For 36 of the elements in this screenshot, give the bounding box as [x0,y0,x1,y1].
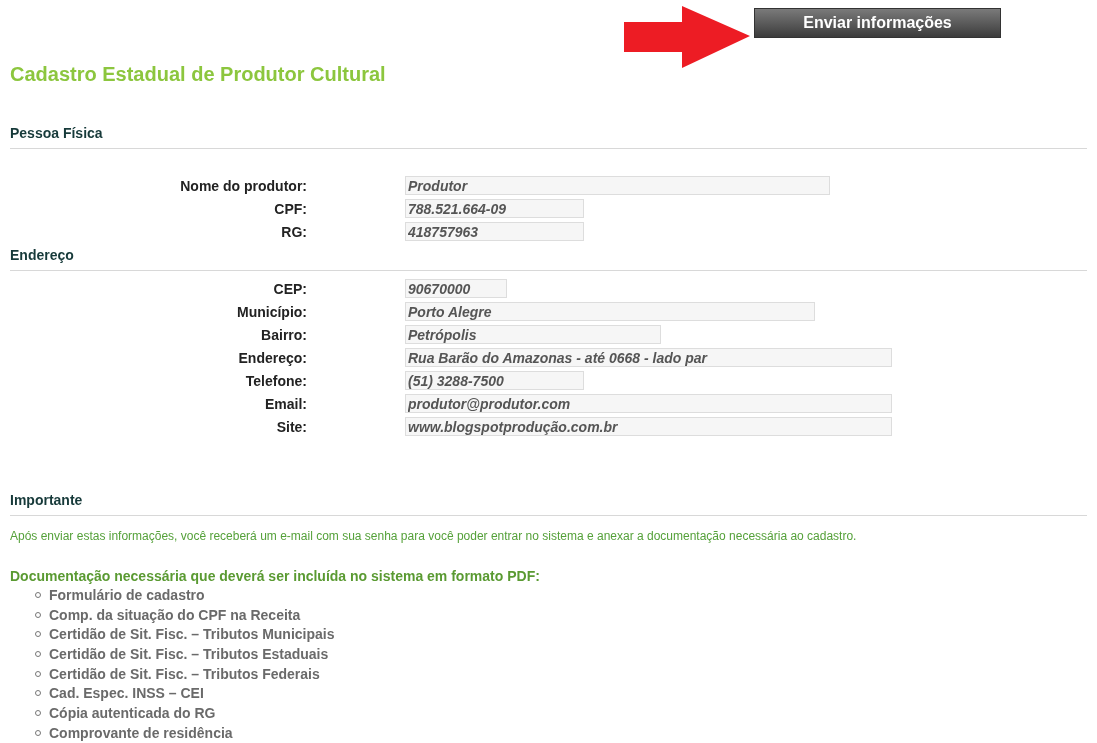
document-item: Cad. Espec. INSS – CEI [49,685,204,702]
section-heading: Endereço [10,246,1087,271]
notice-text: Após enviar estas informações, você receberá um e-mail com sua senha para você poder entrar no sistema e anexar a documentação necessária ao cadastro. [10,529,858,543]
field-label: Email: [264,395,307,412]
input-field[interactable]: 90670000 [405,279,507,298]
document-item: Comprovante de residência [49,724,233,741]
document-item: Certidão de Sit. Fisc. – Tributos Federais [49,665,320,682]
field-label: RG: [280,223,307,240]
document-item: Certidão de Sit. Fisc. – Tributos Estaduais [49,645,329,662]
input-field[interactable]: Petrópolis [405,325,661,344]
input-field[interactable]: (51) 3288-7500 [405,371,584,390]
field-label: Município: [236,303,307,320]
input-field[interactable]: Produtor [405,176,830,195]
document-item: Cópia autenticada do RG [49,704,216,721]
field-label: Bairro: [260,326,307,343]
arrow-icon [624,5,750,70]
input-field[interactable]: 788.521.664-09 [405,199,584,218]
field-label: Nome do produtor: [179,177,307,194]
submit-button[interactable]: Enviar informações [754,7,1001,38]
input-field[interactable]: www.blogspotprodução.com.br [405,417,892,436]
documents-heading: Documentação necessária que deverá ser incluída no sistema em formato PDF: [10,567,541,585]
field-label: CPF: [273,200,307,217]
section-heading: Pessoa Física [10,124,1087,149]
input-field[interactable]: produtor@produtor.com [405,394,892,413]
field-label: CEP: [272,280,307,297]
page-title: Cadastro Estadual de Produtor Cultural [10,62,387,86]
input-field[interactable]: 418757963 [405,222,584,241]
input-field[interactable]: Porto Alegre [405,302,815,321]
document-item: Comp. da situação do CPF na Receita [49,606,301,623]
document-item: Formulário de cadastro [49,586,205,603]
field-label: Site: [275,418,307,435]
section-heading: Importante [10,491,1087,516]
input-field[interactable]: Rua Barão do Amazonas - até 0668 - lado par [405,348,892,367]
document-item: Certidão de Sit. Fisc. – Tributos Municipais [49,626,335,643]
field-label: Endereço: [237,349,307,366]
field-label: Telefone: [244,372,307,389]
